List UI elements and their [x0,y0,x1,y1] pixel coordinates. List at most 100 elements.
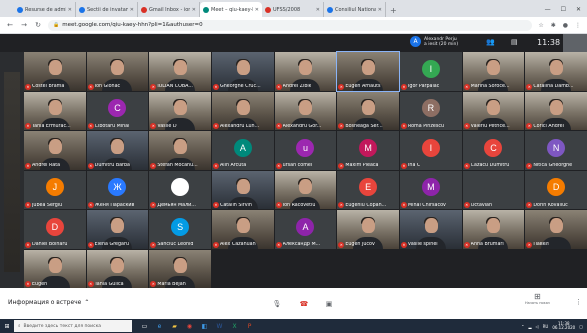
extension-icon[interactable]: ✱ [551,22,556,29]
participant-tile[interactable]: ✕ Ion Racovetiu [274,170,337,209]
word-icon[interactable]: W [215,322,224,331]
close-tab-icon[interactable]: ✕ [316,7,320,13]
task-view-icon[interactable]: ▭ [140,322,149,331]
file-explorer-icon[interactable]: ▰ [170,322,179,331]
hang-up-button[interactable]: ☎ [297,297,311,311]
participant-tile[interactable]: ✕ Alex Cazahuan [212,210,274,249]
excel-icon[interactable]: X [230,322,239,331]
participant-tile[interactable]: ✕ Eugen Jucov [337,210,399,249]
notifications-icon[interactable]: ▢ [579,324,583,329]
chat-icon[interactable]: ▤ [511,38,518,46]
participant-tile[interactable]: ✕ Tania Gulica [86,249,149,288]
presenter-chip[interactable]: A Alexandr Perju a iesit (20 min) [410,36,458,47]
close-tab-icon[interactable]: ✕ [130,7,134,13]
participant-tile[interactable]: Ж ✕ Женя Параскив [86,170,149,209]
participant-tile[interactable]: ✕ Corici Andrei [525,91,587,130]
participant-tile[interactable]: ✕ Tania Ermurac... [24,91,86,130]
taskbar-clock[interactable]: 11:38 06.12.2020 [552,321,575,331]
participant-tile[interactable]: ✕ Anna Brumari [462,210,525,249]
profile-icon[interactable]: ● [563,22,568,29]
network-icon[interactable]: ▂ [528,324,531,329]
participant-tile[interactable]: ✕ Octavian [462,170,525,209]
star-icon[interactable]: ☆ [538,22,543,29]
close-window-icon[interactable]: ✕ [576,6,581,13]
participant-tile[interactable]: ✕ Valeriu Petrice... [462,91,525,130]
participant-tile[interactable]: S ✕ Sanciuc Leonid [149,210,211,249]
address-bar[interactable]: 🔒 meet.google.com/qiu-kaey-hhn?pli=1&aut… [48,19,533,31]
video-head [487,218,501,234]
participant-tile[interactable]: I ✕ Igor Parpalac [400,52,462,91]
participant-tile[interactable]: C ✕ Cibotaru Mihai [86,91,149,130]
close-tab-icon[interactable]: ✕ [68,7,72,13]
participant-tile[interactable]: R ✕ Roma Pinzescu [400,91,462,130]
microphone-button[interactable]: 🎙 [270,297,284,311]
participant-tile[interactable]: ✕ vasile spinei [400,210,462,249]
powerpoint-icon[interactable]: P [245,322,254,331]
participant-tile[interactable]: ✕ Eugen [24,249,86,288]
language-indicator[interactable]: RU [543,324,549,329]
participant-tile[interactable]: ✕ Elena Gregaru [86,210,149,249]
forward-icon[interactable]: → [20,21,28,29]
participant-tile[interactable]: ✕ Andrei Rata [24,131,86,170]
people-icon[interactable]: 👥 [486,38,495,46]
participant-tile[interactable]: ✕ Maria Bejan [149,249,211,288]
participant-tile[interactable]: ✕ Vasile D [149,91,211,130]
participant-tile[interactable]: ✕ Демьян Мали... [149,170,211,209]
participant-tile[interactable]: ✕ Eugen Arnauts [336,51,400,92]
participant-tile[interactable]: A ✕ Alin Arcuta [212,131,274,170]
participant-tile[interactable]: ✕ Costel Brama [24,52,86,91]
participant-tile[interactable]: ✕ Ion Glonac [86,52,149,91]
close-tab-icon[interactable]: ✕ [378,7,382,13]
browser-tab[interactable]: Gmail Inbox - ion.slegnesi777...✕ [138,2,200,17]
participant-tile[interactable]: ✕ Marina Soroce... [462,52,525,91]
participant-tile[interactable]: ✕ Andrei Zibik [274,52,337,91]
edge-icon[interactable]: e [155,322,164,331]
participant-tile[interactable]: A ✕ Александр М... [274,210,337,249]
participant-tile[interactable]: ✕ Catalin Sirvin [212,170,274,209]
participant-tile[interactable]: ✕ Alexandru Gor... [274,91,337,130]
browser-tab[interactable]: Consiliul National de Tehn...✕ [324,2,386,17]
present-now-button[interactable]: ⊞ Начать показ [525,292,550,305]
browser-tab[interactable]: UFSS/2008 ✕ [262,2,324,17]
participant-tile[interactable]: M ✕ Mihai Chirsacov [400,170,462,209]
chrome-icon[interactable]: ◉ [185,322,194,331]
participant-avatar: R [421,99,440,118]
store-icon[interactable]: ◧ [200,322,209,331]
participant-tile[interactable]: u ✕ ursan comel [274,131,337,170]
browser-tab[interactable]: Resurse de administrare de...✕ [14,2,76,17]
meeting-details-button[interactable]: Информация о встрече ⌃ [8,299,89,306]
participant-tile[interactable]: D ✕ Daniel Bolnaru [24,210,86,249]
windows-start-icon[interactable]: ⊞ [0,319,14,333]
back-icon[interactable]: ← [6,21,14,29]
participant-tile[interactable]: ✕ Alexandru Lun... [212,91,274,130]
participant-tile[interactable]: C ✕ Cazacu Dumitru [462,131,525,170]
participant-tile[interactable]: ✕ Dumitru Barba [86,131,149,170]
participant-tile[interactable]: ✕ Gheorghe Cruc... [212,52,274,91]
new-tab-button[interactable]: + [386,6,401,17]
participant-tile[interactable]: ✕ IULIAN COBA... [149,52,211,91]
participant-tile[interactable]: N ✕ Nitica Gheorghe [525,131,587,170]
participant-tile[interactable]: ✕ Павел [525,210,587,249]
browser-tab[interactable]: Sectii de invatamant - Centr...✕ [76,2,138,17]
participant-tile[interactable]: ✕ Stefan Mocanu... [149,131,211,170]
more-options-icon[interactable]: ⋮ [575,298,582,306]
participant-tile[interactable]: J ✕ Jubea Sergiu [24,170,86,209]
participant-tile[interactable]: I ✕ Ina C [400,131,462,170]
reload-icon[interactable]: ↻ [34,21,42,29]
minimize-icon[interactable]: — [545,6,551,13]
menu-icon[interactable]: ⋮ [575,22,581,29]
volume-icon[interactable]: ◁ [536,324,539,329]
participant-tile[interactable]: E ✕ Eugeniu Copan... [337,170,399,209]
camera-button[interactable]: ▣ [322,297,336,311]
participant-tile[interactable]: ✕ Bosneaga Ser... [337,91,399,130]
mic-muted-icon: ✕ [150,241,157,248]
participant-tile[interactable]: M ✕ Maxim Pleaca [337,131,399,170]
chevron-up-icon[interactable]: ⌃ [521,324,524,329]
close-tab-icon[interactable]: ✕ [192,7,196,13]
participant-tile[interactable]: ✕ Cătălina Damb... [525,52,587,91]
maximize-icon[interactable]: ☐ [561,6,566,13]
browser-tab[interactable]: Meet – qiu-kaey-hhn✕ [200,2,262,17]
close-tab-icon[interactable]: ✕ [255,7,259,13]
participant-tile[interactable]: D ✕ Dorin Kovaliuc [525,170,587,209]
taskbar-search[interactable]: ⌕ Введите здесь текст для поиска [14,320,132,332]
